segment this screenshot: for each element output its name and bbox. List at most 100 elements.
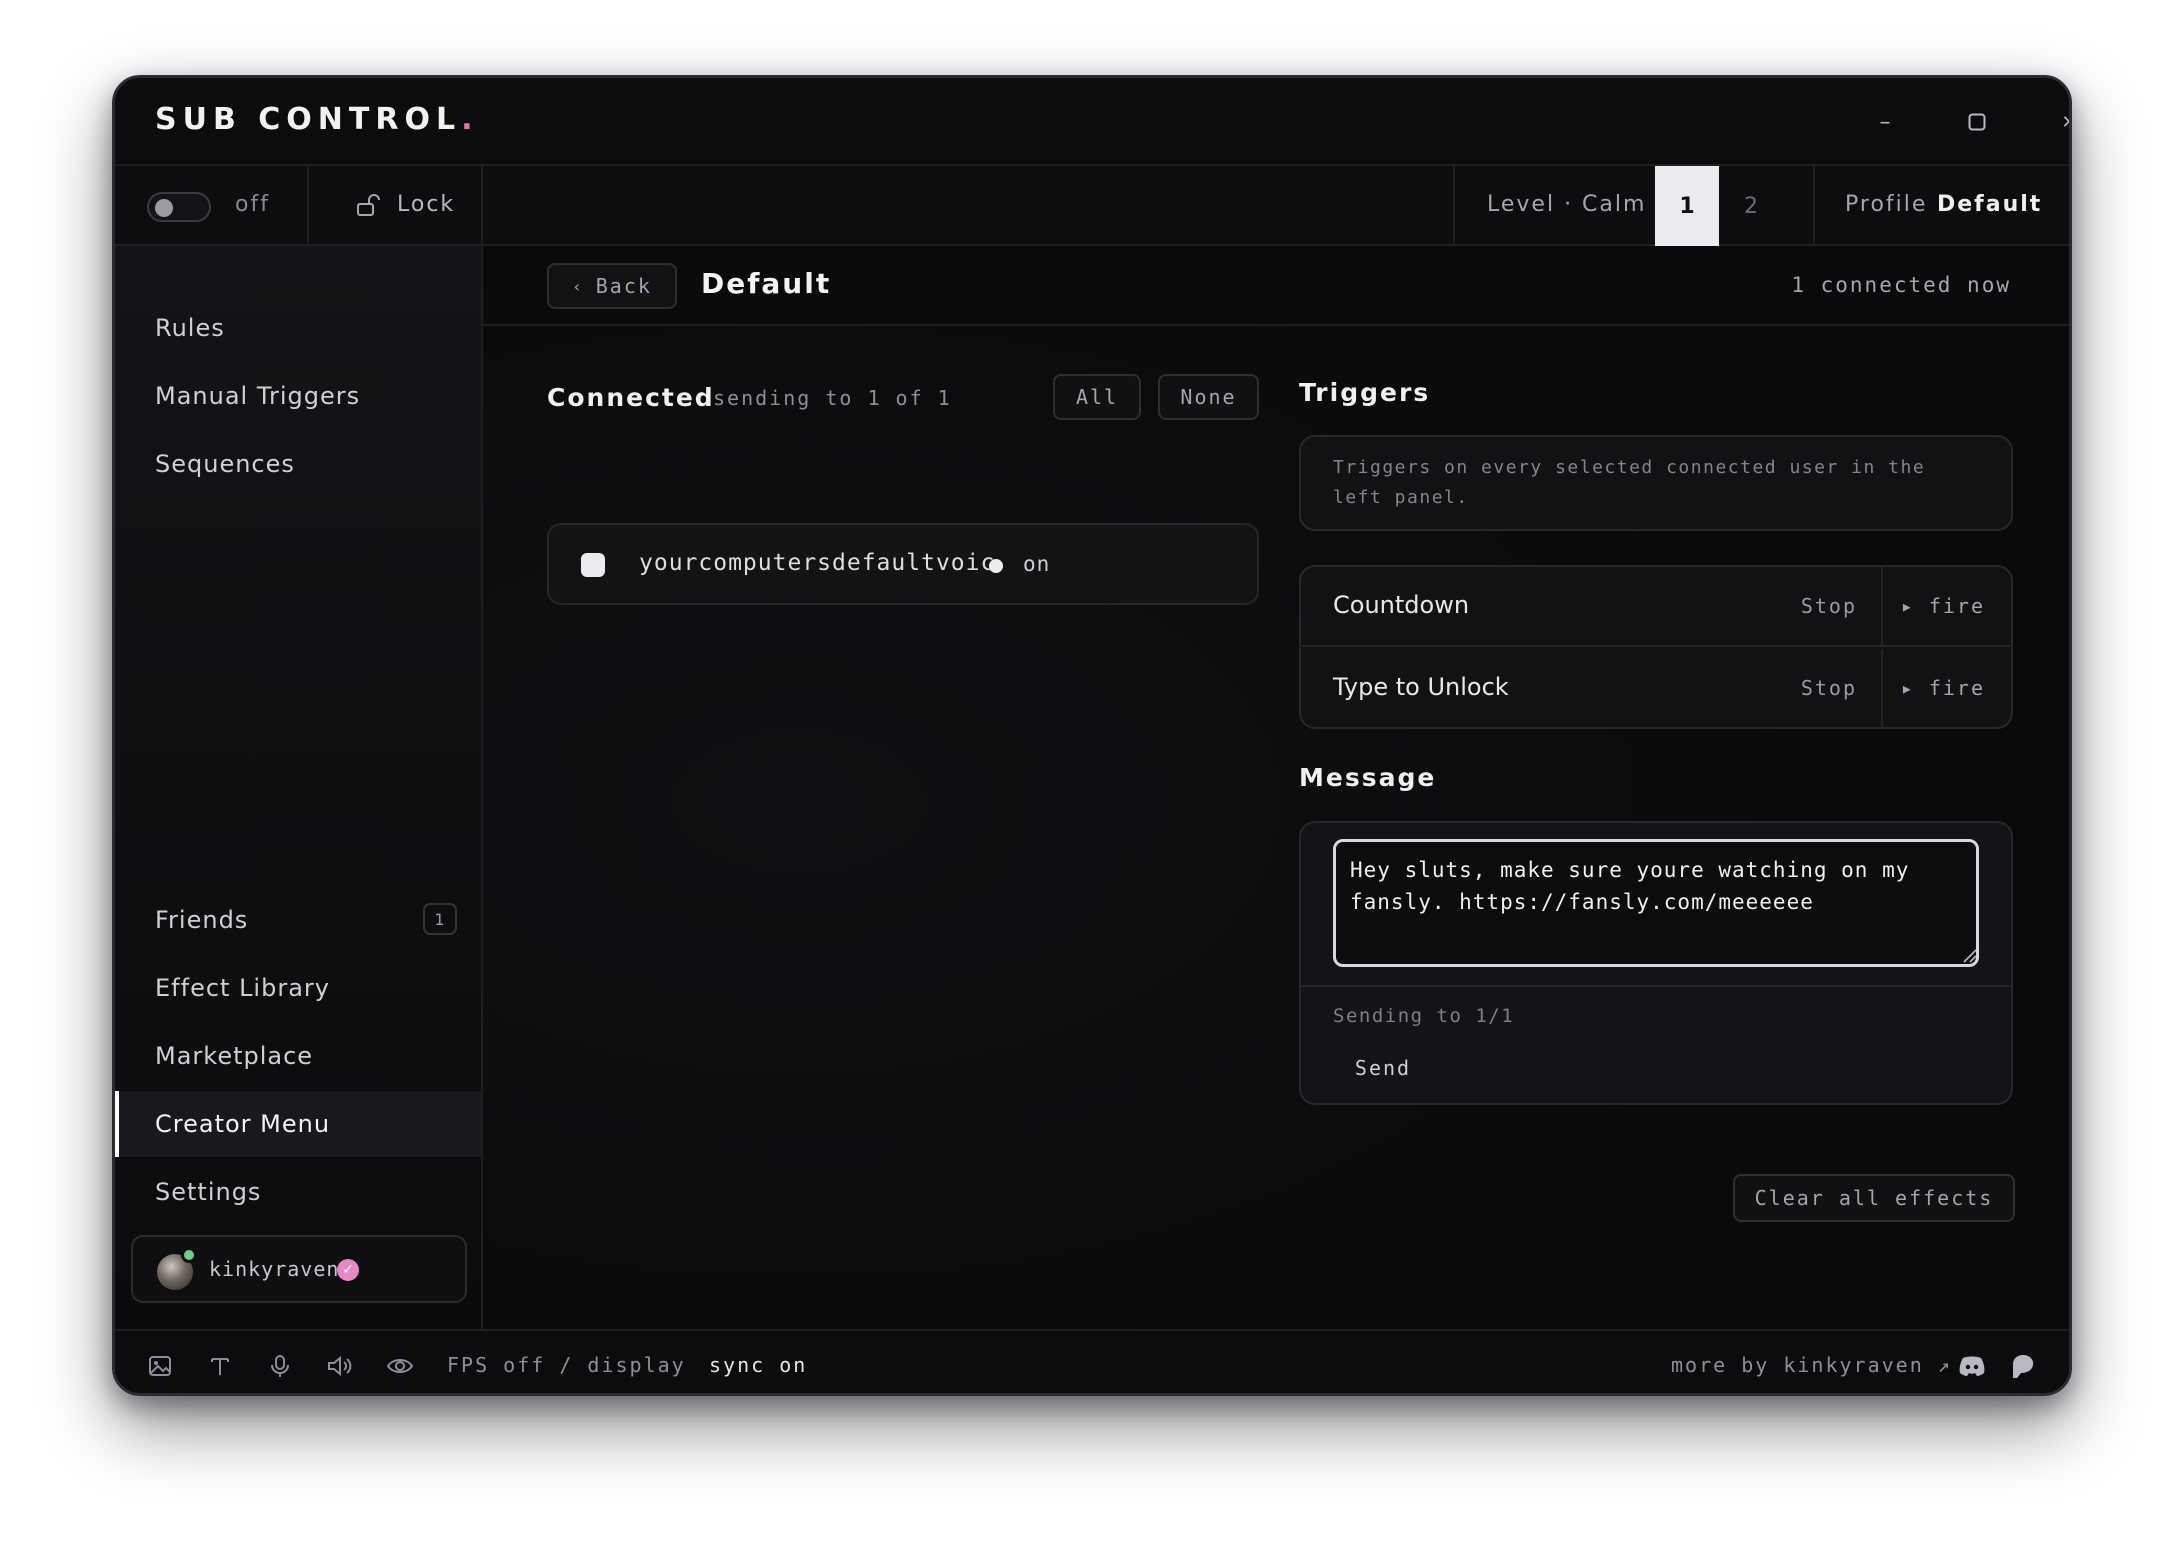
- brand-dot: .: [461, 102, 479, 137]
- select-all-label: All: [1075, 385, 1119, 409]
- sidebar-item-friends[interactable]: Friends 1: [115, 887, 481, 953]
- clear-all-effects-button[interactable]: Clear all effects: [1733, 1174, 2015, 1222]
- trigger-name: Type to Unlock: [1333, 673, 1509, 701]
- text-icon[interactable]: [205, 1351, 235, 1381]
- toggle-state-label: off: [235, 192, 270, 217]
- toolbar-divider: [481, 166, 483, 246]
- close-button[interactable]: ✕: [2047, 100, 2069, 144]
- level-1-button[interactable]: 1: [1655, 166, 1719, 246]
- trigger-row-countdown: Countdown Stop ▸ fire: [1301, 567, 2011, 647]
- sidebar-item-label: Rules: [155, 314, 225, 342]
- back-label: Back: [595, 274, 652, 298]
- sync-status: sync on: [709, 1353, 808, 1377]
- sidebar-item-rules[interactable]: Rules: [115, 295, 481, 361]
- sidebar-item-label: Effect Library: [155, 974, 330, 1002]
- image-icon[interactable]: [145, 1351, 175, 1381]
- send-button[interactable]: Send: [1333, 1045, 1433, 1091]
- toolbar-divider: [307, 166, 309, 246]
- lock-button[interactable]: Lock: [335, 166, 455, 246]
- trigger-divider: [1881, 567, 1883, 647]
- status-bar: FPS off / display sync on more by kinkyr…: [115, 1329, 2069, 1393]
- sidebar-item-label: Friends: [155, 906, 249, 934]
- sending-to-status: Sending to 1/1: [1333, 1005, 1515, 1027]
- sidebar-item-marketplace[interactable]: Marketplace: [115, 1023, 481, 1089]
- eye-icon[interactable]: [385, 1351, 415, 1381]
- profile-selector[interactable]: Profile Default: [1815, 166, 2069, 246]
- profile-label: Profile: [1845, 192, 1928, 217]
- page-title: Default: [701, 267, 832, 300]
- minimize-button[interactable]: –: [1863, 100, 1907, 144]
- select-none-label: None: [1180, 385, 1237, 409]
- main-header: ‹ Back Default 1 connected now: [483, 246, 2069, 326]
- user-checkbox[interactable]: [581, 553, 605, 577]
- message-title: Message: [1299, 763, 1437, 792]
- profile-value: Default: [1937, 192, 2043, 217]
- status-dot-icon: [989, 559, 1003, 573]
- friends-count-badge: 1: [423, 903, 457, 935]
- toolbar: off Lock Level · Calm 1 2 Profile Defaul…: [115, 166, 2069, 246]
- sidebar-item-manual-triggers[interactable]: Manual Triggers: [115, 363, 481, 429]
- trigger-row-type-to-unlock: Type to Unlock Stop ▸ fire: [1301, 649, 2011, 727]
- sidebar-item-label: Manual Triggers: [155, 382, 361, 410]
- select-all-button[interactable]: All: [1053, 374, 1141, 420]
- toggle-knob: [155, 199, 173, 217]
- message-card: Sending to 1/1 Send: [1299, 821, 2013, 1105]
- username: kinkyraven: [209, 1257, 340, 1281]
- connected-user-name: yourcomputersdefaultvoic: [639, 550, 996, 576]
- level-label: Level · Calm: [1487, 192, 1647, 217]
- clear-all-label: Clear all effects: [1754, 1186, 1994, 1210]
- trigger-fire-button[interactable]: ▸ fire: [1901, 676, 1985, 700]
- speaker-icon[interactable]: [325, 1351, 355, 1381]
- sidebar: Rules Manual Triggers Sequences Friends …: [115, 246, 483, 1329]
- level-2-label: 2: [1744, 193, 1758, 219]
- master-toggle[interactable]: [147, 192, 211, 222]
- connected-subtitle: sending to 1 of 1: [713, 386, 952, 410]
- connected-now-count: 1 connected now: [1791, 273, 2011, 297]
- trigger-stop-button[interactable]: Stop: [1801, 594, 1857, 618]
- resize-grip-icon[interactable]: [1961, 947, 1977, 963]
- connected-user-status: on: [1023, 552, 1051, 576]
- send-label: Send: [1354, 1056, 1412, 1080]
- app-brand: SUB CONTROL.: [155, 102, 479, 137]
- sidebar-item-label: Marketplace: [155, 1042, 314, 1070]
- close-icon: ✕: [2061, 112, 2069, 133]
- brand-text: SUB CONTROL: [155, 102, 462, 137]
- triggers-hint-card: Triggers on every selected connected use…: [1299, 435, 2013, 531]
- title-bar: SUB CONTROL. – ✕: [115, 78, 2069, 166]
- sidebar-item-label: Sequences: [155, 450, 295, 478]
- message-divider: [1301, 985, 2011, 987]
- triggers-hint: Triggers on every selected connected use…: [1333, 457, 1926, 508]
- sidebar-item-label: Creator Menu: [155, 1110, 331, 1138]
- user-card[interactable]: kinkyraven ✓: [131, 1235, 467, 1303]
- lock-label: Lock: [397, 192, 456, 217]
- message-input[interactable]: [1333, 839, 1979, 967]
- minimize-icon: –: [1879, 109, 1891, 135]
- select-none-button[interactable]: None: [1158, 374, 1259, 420]
- trigger-fire-button[interactable]: ▸ fire: [1901, 594, 1985, 618]
- trigger-stop-button[interactable]: Stop: [1801, 676, 1857, 700]
- sidebar-item-effect-library[interactable]: Effect Library: [115, 955, 481, 1021]
- level-1-label: 1: [1679, 193, 1695, 219]
- trigger-divider: [1881, 649, 1883, 727]
- sidebar-item-sequences[interactable]: Sequences: [115, 431, 481, 497]
- unlock-icon: [357, 194, 380, 216]
- sidebar-item-creator-menu[interactable]: Creator Menu: [115, 1091, 481, 1157]
- more-by-link[interactable]: more by kinkyraven ↗: [1671, 1353, 1952, 1377]
- patreon-icon[interactable]: [2007, 1351, 2037, 1381]
- triggers-title: Triggers: [1299, 378, 1431, 407]
- back-button[interactable]: ‹ Back: [547, 263, 677, 309]
- chevron-left-icon: ‹: [572, 276, 584, 296]
- sidebar-item-settings[interactable]: Settings: [115, 1159, 481, 1225]
- triggers-list: Countdown Stop ▸ fire Type to Unlock Sto…: [1299, 565, 2013, 729]
- maximize-icon: [1968, 113, 1986, 131]
- discord-icon[interactable]: [1957, 1351, 1987, 1381]
- verified-badge-icon: ✓: [337, 1259, 359, 1281]
- trigger-name: Countdown: [1333, 591, 1470, 619]
- maximize-button[interactable]: [1955, 100, 1999, 144]
- online-indicator: [181, 1247, 197, 1263]
- connected-user-row[interactable]: yourcomputersdefaultvoic on: [547, 523, 1259, 605]
- microphone-icon[interactable]: [265, 1351, 295, 1381]
- level-2-button[interactable]: 2: [1719, 166, 1783, 246]
- app-window: SUB CONTROL. – ✕ off Lock Level · Calm 1…: [112, 75, 2072, 1396]
- toolbar-divider: [1453, 166, 1455, 246]
